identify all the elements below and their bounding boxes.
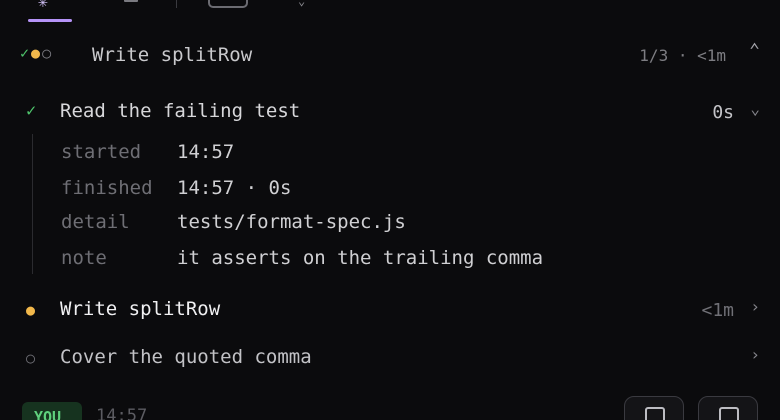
step-status-dots: ✓●○ [20,44,53,62]
step-write-splitrow[interactable]: ● Write splitRow <1m › [0,292,780,326]
tab-strip: ✳ ⌄ [0,0,780,22]
task-progress: 1/3 · <1m [639,46,726,65]
copy-icon [719,407,739,420]
step-details: started 14:57 finished 14:57 · 0s detail… [32,134,733,274]
step-read-failing-test[interactable]: ✓ Read the failing test 0s ⌄ [0,94,780,128]
edit-icon [645,407,665,420]
detail-key: finished [61,177,153,199]
detail-value: 14:57 [177,141,235,163]
edit-button[interactable] [624,396,684,420]
step-label: Write splitRow [60,298,221,320]
step-cover-quoted-comma[interactable]: ○ Cover the quoted comma › [0,340,780,374]
detail-value: it asserts on the trailing comma [177,247,544,269]
task-panel: ✳ ⌄ ✓●○ Write splitRow 1/3 · <1m ⌃ ✓ Rea… [0,0,780,420]
detail-key: note [61,247,107,269]
step-duration: 0s [712,102,734,123]
settings-icon[interactable]: ⌄ [298,0,305,8]
pending-circle-icon: ○ [26,349,36,367]
done-dot-icon: ✓ [20,44,32,62]
chevron-right-icon[interactable]: › [750,297,760,316]
message-time: 14:57 [96,406,148,420]
window-icon[interactable] [208,0,248,8]
tab-divider [176,0,177,8]
chevron-down-icon[interactable]: ⌄ [750,99,760,118]
step-duration: <1m [701,300,734,321]
document-icon[interactable] [124,0,138,2]
author-badge: YOU [22,402,82,420]
detail-value: 14:57 · 0s [177,177,292,199]
copy-button[interactable] [698,396,758,420]
chevron-up-icon[interactable]: ⌃ [749,40,760,61]
author-label: YOU [34,408,62,420]
task-summary-header[interactable]: ✓●○ Write splitRow 1/3 · <1m ⌃ [0,38,780,72]
in-progress-dot-icon: ● [26,301,36,319]
detail-key: detail [61,211,130,233]
step-label: Read the failing test [60,100,301,122]
step-label: Cover the quoted comma [60,346,312,368]
todo-dot-icon: ○ [42,44,54,62]
sparkle-icon[interactable]: ✳ [38,0,48,11]
detail-key: started [61,141,142,163]
active-tab-indicator [28,19,72,22]
check-icon: ✓ [26,101,37,121]
task-title: Write splitRow [92,44,253,66]
current-dot-icon: ● [31,44,43,62]
chevron-right-icon[interactable]: › [750,345,760,364]
detail-value: tests/format-spec.js [177,211,406,233]
